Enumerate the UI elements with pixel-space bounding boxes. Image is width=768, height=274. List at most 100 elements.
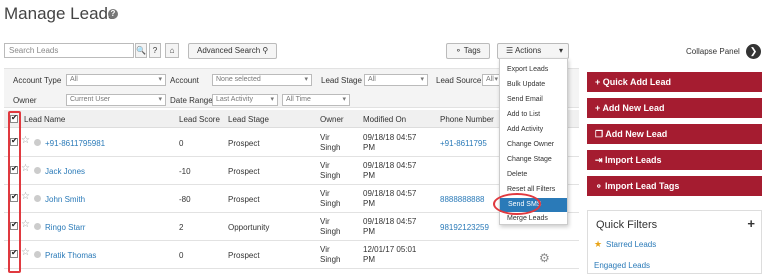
tags-label: Tags (463, 46, 481, 55)
owner-last: Singh (320, 227, 341, 236)
menu-item-change-owner[interactable]: Change Owner (507, 141, 554, 148)
account-select[interactable]: None selected (212, 74, 312, 86)
actions-button[interactable]: ☰ Actions ▾ (497, 43, 569, 59)
lead-name-link[interactable]: Ringo Starr (45, 223, 85, 232)
table-row[interactable]: ☆ Jack Jones -10 Prospect Vir Singh 09/1… (4, 157, 579, 185)
menu-item-merge-leads[interactable]: Merge Leads (507, 215, 548, 222)
lead-name-link[interactable]: John Smith (45, 195, 85, 204)
owner-first: Vir (320, 189, 330, 198)
phone-number[interactable]: 98192123259 (440, 223, 489, 232)
collapse-panel-label[interactable]: Collapse Panel (686, 47, 740, 56)
account-type-select[interactable]: All (66, 74, 166, 86)
menu-icon: ☰ (506, 46, 514, 55)
owner-first: Vir (320, 217, 330, 226)
status-dot (34, 223, 41, 230)
modified-date: 09/18/18 04:57 (363, 217, 417, 226)
modified-date: 12/01/17 05:01 (363, 245, 417, 254)
lead-stage-label: Lead Stage (321, 76, 362, 85)
quick-add-lead-button[interactable]: + Quick Add Lead (587, 72, 762, 92)
lead-source-label: Lead Source (436, 76, 482, 85)
table-row[interactable]: ☆ John Smith -80 Prospect Vir Singh 09/1… (4, 185, 579, 213)
lead-stage: Prospect (228, 195, 260, 204)
plus-icon: + (595, 77, 603, 87)
add-new-lead-form-button[interactable]: ❐ Add New Lead (587, 124, 762, 144)
table-row[interactable]: ☆ Pratik Thomas 0 Prospect Vir Singh 12/… (4, 241, 579, 269)
advanced-search-button[interactable]: Advanced Search ⚲ (188, 43, 278, 59)
star-icon[interactable]: ☆ (21, 247, 30, 258)
quick-add-lead-label: Quick Add Lead (602, 77, 671, 87)
column-header[interactable]: Modified On (363, 115, 406, 124)
date-range-period-select[interactable]: All Time (282, 94, 350, 106)
modified-time: PM (363, 143, 375, 152)
phone-number[interactable]: +91-8611795 (440, 139, 487, 148)
modified-date: 09/18/18 04:57 (363, 161, 417, 170)
page-title: Manage Leads (4, 4, 117, 23)
search-input[interactable]: Search Leads (4, 43, 134, 58)
owner-select[interactable]: Current User (66, 94, 166, 106)
date-range-label: Date Range (170, 96, 213, 105)
search-icon[interactable]: 🔍 (135, 43, 147, 58)
status-dot (34, 139, 41, 146)
table-row[interactable]: ☆ +91-8611795981 0 Prospect Vir Singh 09… (4, 129, 579, 157)
menu-item-add-to-list[interactable]: Add to List (507, 111, 540, 118)
tags-button[interactable]: ⚬ Tags (446, 43, 490, 59)
gear-icon[interactable]: ⚙ (539, 251, 550, 265)
star-icon[interactable]: ☆ (21, 191, 30, 202)
table-header: Lead Name Lead Score Lead Stage Owner Mo… (4, 110, 579, 128)
search-help-button[interactable]: ? (149, 43, 161, 58)
owner-last: Singh (320, 255, 341, 264)
import-leads-label: Import Leads (605, 155, 662, 165)
star-icon[interactable]: ☆ (21, 163, 30, 174)
send-sms-highlight (493, 193, 541, 215)
status-dot (34, 195, 41, 202)
modified-date: 09/18/18 04:57 (363, 133, 417, 142)
help-icon[interactable]: ? (108, 9, 118, 19)
column-header[interactable]: Phone Number (440, 115, 494, 124)
add-filter-button[interactable]: + (747, 216, 755, 231)
star-icon[interactable]: ☆ (21, 135, 30, 146)
star-icon: ★ (594, 239, 603, 249)
chevron-right-icon[interactable]: ❯ (746, 44, 761, 59)
filter-panel: Account Type All Account None selected L… (4, 68, 579, 108)
engaged-leads-link[interactable]: Engaged Leads (594, 261, 650, 270)
advanced-search-icon: ⚲ (262, 46, 269, 55)
lead-stage: Prospect (228, 251, 260, 260)
column-header[interactable]: Owner (320, 115, 344, 124)
menu-item-delete[interactable]: Delete (507, 171, 527, 178)
menu-item-change-stage[interactable]: Change Stage (507, 156, 552, 163)
column-header[interactable]: Lead Name (24, 115, 65, 124)
column-header[interactable]: Lead Score (179, 115, 220, 124)
add-new-lead-label: Add New Lead (602, 103, 665, 113)
lead-stage-select[interactable]: All (364, 74, 428, 86)
import-lead-tags-button[interactable]: ⚬ Import Lead Tags (587, 176, 762, 196)
account-type-label: Account Type (13, 76, 62, 85)
date-range-select[interactable]: Last Activity (212, 94, 278, 106)
modified-time: PM (363, 199, 375, 208)
lead-stage: Opportunity (228, 223, 270, 232)
lead-name-link[interactable]: +91-8611795981 (45, 139, 105, 148)
starred-leads-link[interactable]: Starred Leads (606, 240, 656, 249)
owner-first: Vir (320, 245, 330, 254)
owner-first: Vir (320, 161, 330, 170)
menu-item-export-leads[interactable]: Export Leads (507, 66, 548, 73)
modified-time: PM (363, 255, 375, 264)
lead-score: -10 (179, 167, 191, 176)
account-label: Account (170, 76, 199, 85)
star-icon[interactable]: ☆ (21, 219, 30, 230)
lead-name-link[interactable]: Jack Jones (45, 167, 85, 176)
add-new-lead-button[interactable]: + Add New Lead (587, 98, 762, 118)
lead-name-link[interactable]: Pratik Thomas (45, 251, 96, 260)
modified-date: 09/18/18 04:57 (363, 189, 417, 198)
menu-item-add-activity[interactable]: Add Activity (507, 126, 543, 133)
table-row[interactable]: ☆ Ringo Starr 2 Opportunity Vir Singh 09… (4, 213, 579, 241)
import-leads-button[interactable]: ⇥ Import Leads (587, 150, 762, 170)
menu-item-reset-filters[interactable]: Reset all Filters (507, 186, 555, 193)
menu-item-send-email[interactable]: Send Email (507, 96, 543, 103)
phone-number[interactable]: 8888888888 (440, 195, 485, 204)
owner-last: Singh (320, 199, 341, 208)
column-header[interactable]: Lead Stage (228, 115, 269, 124)
menu-item-bulk-update[interactable]: Bulk Update (507, 81, 545, 88)
import-lead-tags-label: Import Lead Tags (605, 181, 680, 191)
modified-time: PM (363, 227, 375, 236)
home-icon[interactable]: ⌂ (165, 43, 179, 58)
